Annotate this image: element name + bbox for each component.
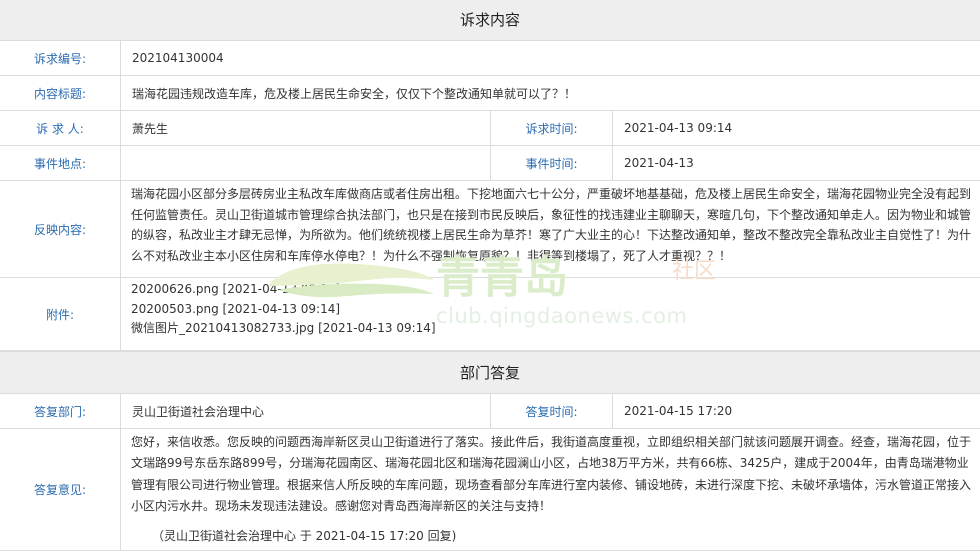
complainant-label: 诉 求 人: [36, 121, 84, 136]
complaint-person-row: 诉 求 人: 萧先生 诉求时间: 2021-04-13 09:14 [0, 111, 980, 146]
complaint-number-label: 诉求编号: [33, 51, 87, 66]
event-place-value [120, 146, 490, 180]
reply-signature: （灵山卫街道社会治理中心 于 2021-04-15 17:20 回复) [152, 529, 457, 543]
reply-opinion-text: 您好，来信收悉。您反映的问题西海岸新区灵山卫街道进行了落实。接此件后，我街道高度… [131, 435, 972, 514]
reply-time-value: 2021-04-15 17:20 [612, 394, 980, 428]
reply-time-label: 答复时间: [490, 394, 612, 428]
complaint-content-text: 瑞海花园小区部分多层砖房业主私改车库做商店或者住房出租。下挖地面六七十公分，严重… [131, 187, 972, 263]
reply-dept-row: 答复部门: 灵山卫街道社会治理中心 答复时间: 2021-04-15 17:20 [0, 394, 980, 429]
event-time-label: 事件时间: [490, 146, 612, 180]
attachments-row: 附件: 20200626.png [2021-04-13 09:14] 2020… [0, 278, 980, 351]
complaint-time-value: 2021-04-13 09:14 [612, 111, 980, 145]
attachments-list: 20200626.png [2021-04-13 09:14] 20200503… [131, 280, 436, 339]
complaint-title-row: 内容标题: 瑞海花园违规改造车库，危及楼上居民生命安全，仅仅下个整改通知单就可以… [0, 76, 980, 111]
complaint-title-label: 内容标题: [33, 86, 87, 101]
complaint-section-header: 诉求内容 [0, 0, 980, 41]
reply-opinion-row: 答复意见: 您好，来信收悉。您反映的问题西海岸新区灵山卫街道进行了落实。接此件后… [0, 429, 980, 551]
reply-opinion-label: 答复意见: [33, 483, 87, 497]
attachment-link[interactable]: 20200626.png [2021-04-13 09:14] [131, 280, 436, 300]
complaint-content-row: 反映内容: 瑞海花园小区部分多层砖房业主私改车库做商店或者住房出租。下挖地面六七… [0, 181, 980, 278]
event-place-label: 事件地点: [33, 156, 87, 171]
complaint-number-value: 202104130004 [120, 41, 980, 75]
complainant-value: 萧先生 [120, 111, 490, 145]
reply-dept-value: 灵山卫街道社会治理中心 [120, 394, 490, 428]
attachment-link[interactable]: 20200503.png [2021-04-13 09:14] [131, 300, 436, 320]
event-place-row: 事件地点: 事件时间: 2021-04-13 [0, 146, 980, 181]
reply-dept-label: 答复部门: [33, 404, 87, 419]
complaint-time-label: 诉求时间: [490, 111, 612, 145]
attachment-link[interactable]: 微信图片_20210413082733.jpg [2021-04-13 09:1… [131, 319, 436, 339]
reply-section-title: 部门答复 [459, 364, 520, 382]
event-time-value: 2021-04-13 [612, 146, 980, 180]
complaint-content-label: 反映内容: [33, 222, 87, 237]
attachments-label: 附件: [45, 307, 75, 322]
complaint-title-value: 瑞海花园违规改造车库，危及楼上居民生命安全，仅仅下个整改通知单就可以了？！ [120, 76, 980, 110]
complaint-section-title: 诉求内容 [459, 11, 520, 29]
complaint-number-row: 诉求编号: 202104130004 [0, 41, 980, 76]
reply-section-header: 部门答复 [0, 351, 980, 394]
